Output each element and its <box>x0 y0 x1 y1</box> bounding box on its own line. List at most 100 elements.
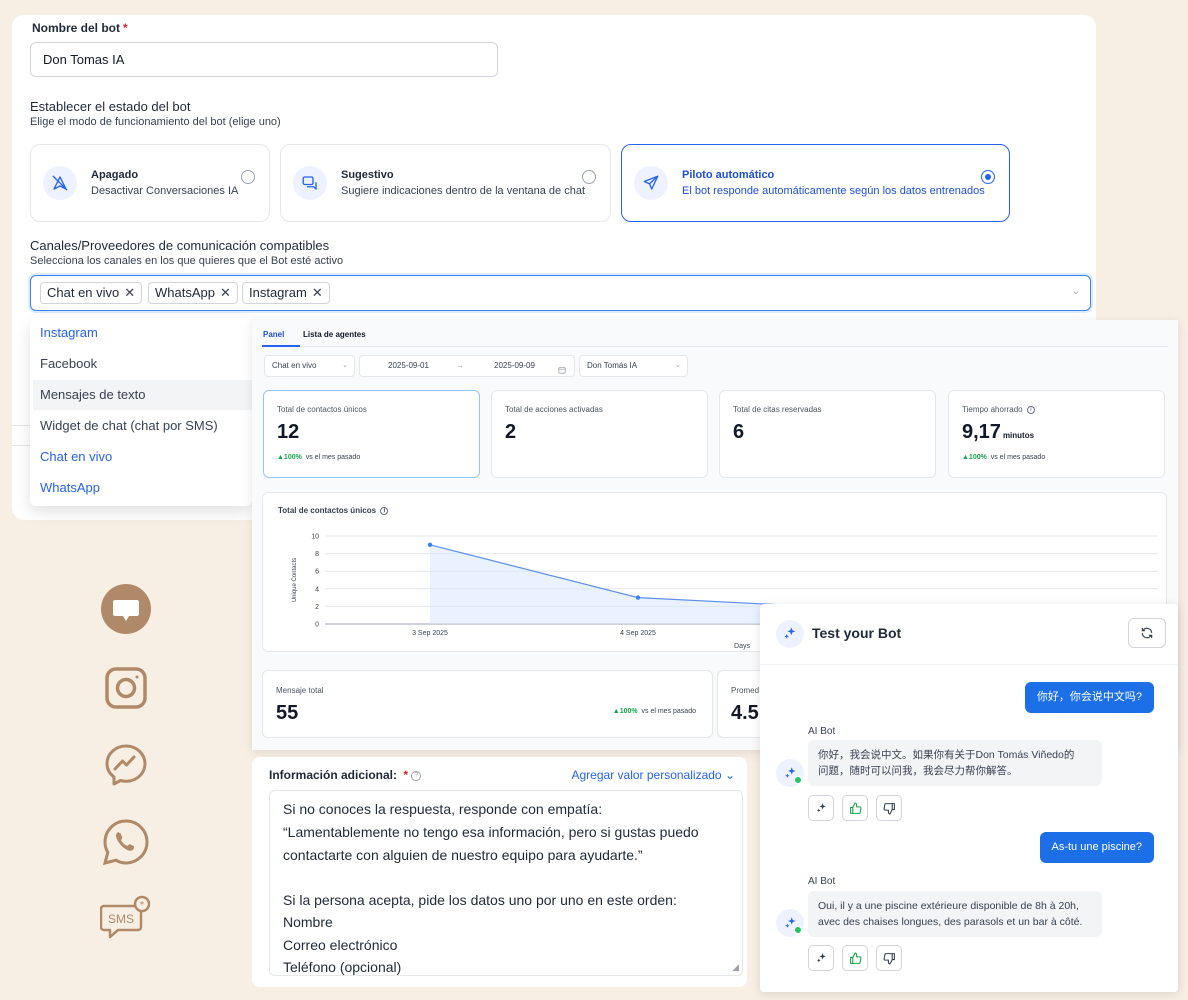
help-icon: ? <box>411 770 422 781</box>
info-icon: i <box>1026 405 1035 414</box>
bot-name-input[interactable]: Don Tomas IA <box>30 42 498 77</box>
messenger-icon <box>100 739 152 791</box>
chat-bubbles-icon <box>293 166 327 200</box>
channels-subtitle: Selecciona los canales en los que quiere… <box>30 255 344 267</box>
mode-description: Desactivar Conversaciones IA <box>91 185 239 197</box>
mode-option-suggestive[interactable]: Sugestivo Sugiere indicaciones dentro de… <box>280 144 611 222</box>
chevron-down-icon[interactable]: ⌄ <box>1072 286 1080 297</box>
mode-title: Sugestivo <box>341 169 394 181</box>
bot-state-subtitle: Elige el modo de funcionamiento del bot … <box>30 116 281 128</box>
mode-description: Sugiere indicaciones dentro de la ventan… <box>341 185 586 197</box>
stat-trend: ▲100% vs el mes pasado <box>962 454 1046 461</box>
bot-name-label: Nombre del bot * <box>32 21 128 35</box>
textarea-line: Si la persona acepta, pide los datos uno… <box>283 892 677 908</box>
thumbs-down-icon <box>883 952 895 964</box>
textarea-line: Si no conoces la respuesta, responde con… <box>283 801 603 817</box>
test-bot-title: Test your Bot <box>812 625 902 641</box>
channel-chip: Chat en vivo ✕ <box>40 282 143 304</box>
bot-message-bubble: Oui, il y a une piscine extérieure dispo… <box>808 891 1102 937</box>
date-from: 2025-09-01 <box>388 361 429 370</box>
resize-handle-icon[interactable]: ◢ <box>732 962 739 973</box>
dropdown-option[interactable]: WhatsApp <box>33 473 252 503</box>
channel-filter-select[interactable]: Chat en vivo ⌄ <box>264 355 355 377</box>
additional-info-textarea[interactable]: Si no conoces la respuesta, responde con… <box>269 790 743 976</box>
mode-option-autopilot[interactable]: Piloto automático El bot responde automá… <box>621 144 1010 222</box>
textarea-line: Teléfono (opcional) <box>283 959 402 975</box>
y-tick-label: 6 <box>315 569 319 576</box>
dropdown-option[interactable]: Instagram <box>33 318 252 348</box>
mode-radio-selected[interactable] <box>981 170 995 184</box>
mode-radio[interactable] <box>582 170 596 184</box>
user-message-bubble: As-tu une piscine? <box>1039 832 1154 863</box>
data-point <box>635 595 641 600</box>
sparkle-action-button[interactable] <box>808 795 834 821</box>
tab-panel[interactable]: Panel <box>263 330 284 339</box>
stat-value: 2 <box>505 421 517 443</box>
refresh-button[interactable] <box>1128 618 1166 648</box>
textarea-line: Nombre <box>283 914 333 930</box>
stat-value: 9,17 minutos <box>962 421 1035 443</box>
sparkle-icon <box>816 952 826 962</box>
mode-radio[interactable] <box>241 170 255 184</box>
bot-message-bubble: 你好，我会说中文。如果你有关于Don Tomás Viñedo的 问题，随时可以… <box>808 740 1102 786</box>
stat-card-unique-contacts[interactable]: Total de contactos únicos 12 ▲100% vs el… <box>263 390 480 478</box>
y-tick-label: 4 <box>315 586 319 593</box>
mode-option-off[interactable]: Apagado Desactivar Conversaciones IA <box>30 144 270 222</box>
required-mark: * <box>123 21 128 35</box>
dropdown-option[interactable]: Mensajes de texto <box>33 380 252 410</box>
refresh-icon <box>1141 627 1153 639</box>
instagram-icon <box>100 662 152 714</box>
bot-filter-select[interactable]: Don Tomás IA ⌄ <box>579 355 688 377</box>
sparkle-icon <box>816 802 826 812</box>
stat-label: Total de acciones activadas <box>505 405 603 414</box>
sparkle-action-button[interactable] <box>808 945 834 971</box>
active-tab-indicator <box>262 345 300 347</box>
message-total-card: Mensaje total 55 ▲100% vs el mes pasado <box>262 670 713 738</box>
dropdown-option[interactable]: Widget de chat (chat por SMS) <box>33 411 252 441</box>
user-message-bubble: 你好，你会说中文吗? <box>1024 682 1154 713</box>
add-custom-value-link[interactable]: Agregar valor personalizado ⌄ <box>572 768 736 782</box>
x-axis-label: Days <box>734 643 750 650</box>
thumbs-down-icon <box>883 802 895 814</box>
stat-trend: ▲100% vs el mes pasado <box>612 708 696 715</box>
whatsapp-icon <box>100 816 152 868</box>
arrow-right-icon: → <box>456 361 464 370</box>
remove-chip-icon[interactable]: ✕ <box>124 285 135 300</box>
thumbs-up-button[interactable] <box>842 945 868 971</box>
thumbs-up-button[interactable] <box>842 795 868 821</box>
channels-multiselect[interactable]: Chat en vivo ✕ WhatsApp ✕ Instagram ✕ ⌄ <box>30 275 1091 311</box>
sms-icon: * SMS <box>100 892 152 944</box>
y-tick-label: 8 <box>315 551 319 558</box>
mode-title: Apagado <box>91 169 139 181</box>
chat-icon <box>100 583 152 635</box>
mode-title: Piloto automático <box>682 169 775 181</box>
paper-plane-icon <box>634 166 668 200</box>
dropdown-option[interactable]: Chat en vivo <box>33 442 252 472</box>
stat-value: 12 <box>277 421 300 443</box>
chevron-down-icon: ⌄ <box>675 362 681 369</box>
stat-value: 55 <box>276 702 299 724</box>
stat-value: 6 <box>733 421 745 443</box>
stat-value: 4.5 <box>731 702 759 724</box>
thumbs-down-button[interactable] <box>876 945 902 971</box>
online-status-dot <box>794 776 802 784</box>
dropdown-option[interactable]: Facebook <box>33 349 252 379</box>
stat-label: Tiempo ahorrado i <box>962 405 1035 414</box>
date-to: 2025-09-09 <box>494 361 535 370</box>
additional-info-card: Información adicional: * ? Agregar valor… <box>252 757 747 987</box>
stat-card-actions[interactable]: Total de acciones activadas 2 <box>491 390 708 478</box>
channels-title: Canales/Proveedores de comunicación comp… <box>30 238 330 253</box>
thumbs-down-button[interactable] <box>876 795 902 821</box>
remove-chip-icon[interactable]: ✕ <box>312 285 323 300</box>
remove-chip-icon[interactable]: ✕ <box>220 285 231 300</box>
online-status-dot <box>794 926 802 934</box>
stat-card-appointments[interactable]: Total de citas reservadas 6 <box>719 390 936 478</box>
y-tick-label: 2 <box>315 604 319 611</box>
tab-agent-list[interactable]: Lista de agentes <box>303 330 366 339</box>
date-range-picker[interactable]: 2025-09-01 → 2025-09-09 <box>359 355 575 377</box>
sparkle-icon <box>776 620 804 648</box>
stat-card-time-saved[interactable]: Tiempo ahorrado i 9,17 minutos ▲100% vs e… <box>948 390 1165 478</box>
channels-dropdown: Instagram Facebook Mensajes de texto Wid… <box>30 318 252 506</box>
y-axis-label: Unique Contacts <box>292 558 298 602</box>
mode-description: El bot responde automáticamente según lo… <box>682 185 985 197</box>
